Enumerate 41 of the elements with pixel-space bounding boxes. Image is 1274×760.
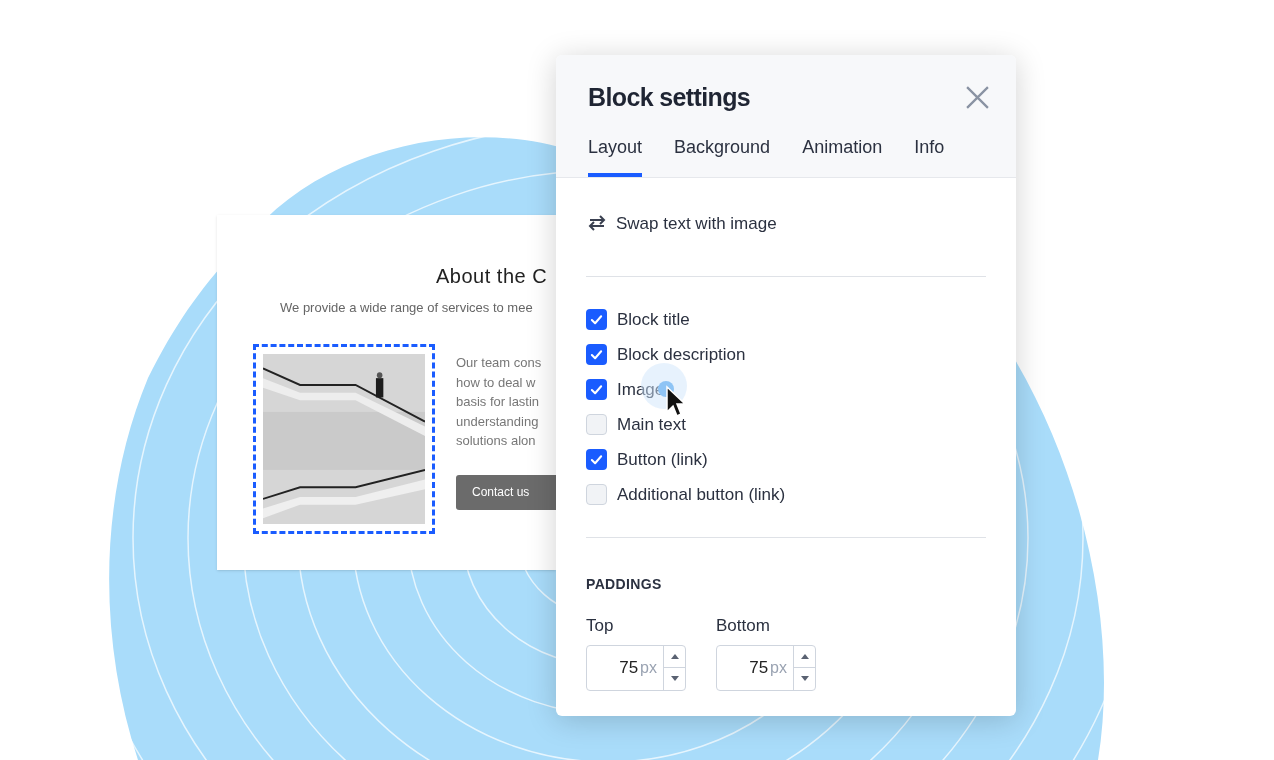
checkbox[interactable] xyxy=(586,379,607,400)
option-label: Additional button (link) xyxy=(617,483,786,506)
check-icon xyxy=(590,313,603,326)
down-arrow-icon xyxy=(670,676,679,682)
field-label: Top xyxy=(586,615,615,637)
image-selection-frame[interactable] xyxy=(253,344,435,534)
checkbox[interactable] xyxy=(586,344,607,365)
checkbox[interactable] xyxy=(586,449,607,470)
swap-icon xyxy=(586,215,608,232)
check-icon xyxy=(590,383,603,396)
number-field[interactable]: 75px xyxy=(716,644,816,691)
field-value: 75 xyxy=(619,656,639,679)
option-label: Block title xyxy=(617,308,690,331)
up-arrow-icon xyxy=(800,653,809,659)
tab[interactable]: Info xyxy=(914,133,945,177)
checkbox[interactable] xyxy=(586,309,607,330)
contact-button[interactable]: Contact us xyxy=(456,474,556,510)
unit-label: px xyxy=(640,657,657,678)
check-icon xyxy=(590,348,603,361)
option-label: Block description xyxy=(617,343,746,366)
section-heading: PADDINGS xyxy=(586,575,663,594)
field-label: Bottom xyxy=(716,615,771,637)
preview-subtitle: We provide a wide range of services to mee xyxy=(280,300,533,315)
field-value: 75 xyxy=(749,656,769,679)
option-label: Button (link) xyxy=(617,448,708,471)
tab[interactable]: Layout xyxy=(588,133,643,177)
preview-paragraph: Our team cons how to deal w basis for lastin understanding solutions alon xyxy=(456,354,543,450)
tab[interactable]: Background xyxy=(674,133,771,177)
check-icon xyxy=(590,453,603,466)
up-arrow-icon xyxy=(670,653,679,659)
checkbox[interactable] xyxy=(586,414,607,435)
tab[interactable]: Animation xyxy=(802,133,883,177)
unit-label: px xyxy=(770,657,787,678)
preview-title: About the C xyxy=(436,265,548,287)
checkbox[interactable] xyxy=(586,484,607,505)
number-field[interactable]: 75px xyxy=(586,644,686,691)
close-icon[interactable] xyxy=(965,85,990,111)
swap-button[interactable]: Swap text with image xyxy=(586,210,777,236)
down-arrow-icon xyxy=(800,676,809,682)
panel-title: Block settings xyxy=(588,82,751,113)
option-label: Main text xyxy=(617,413,686,436)
